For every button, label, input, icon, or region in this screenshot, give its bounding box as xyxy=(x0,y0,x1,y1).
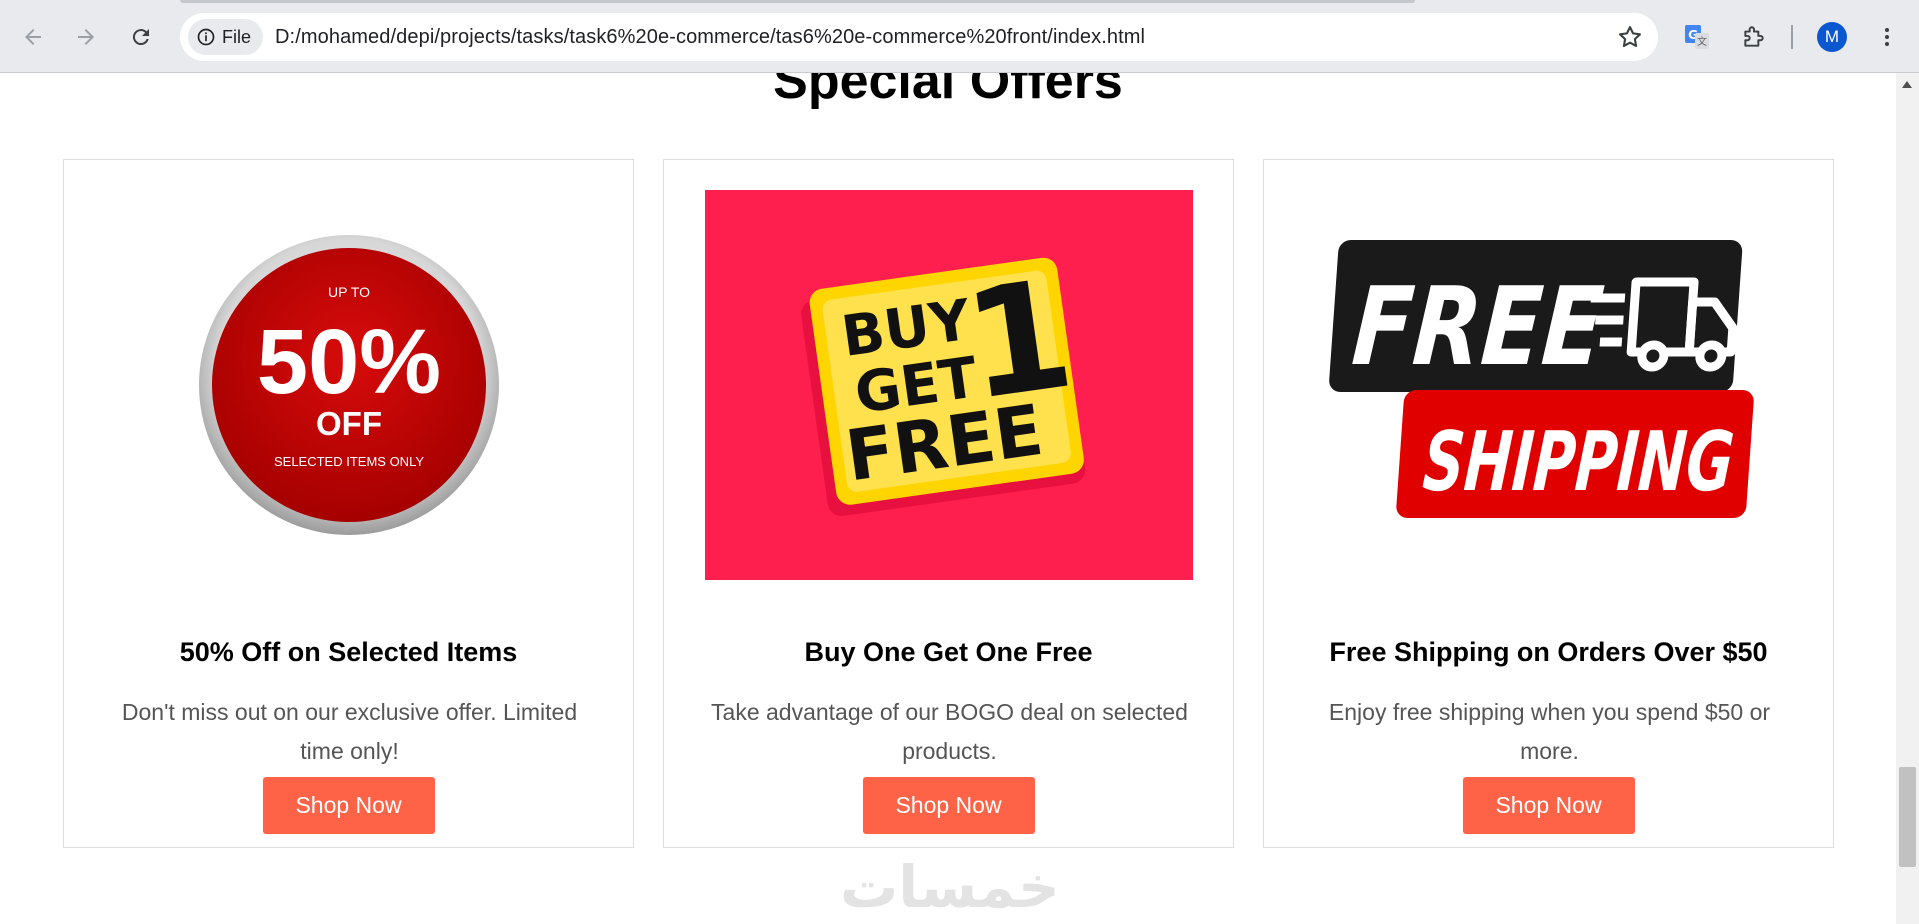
offer-title: Free Shipping on Orders Over $50 xyxy=(1329,637,1768,667)
offer-description: Don't miss out on our exclusive offer. L… xyxy=(121,699,578,764)
profile-avatar[interactable]: M xyxy=(1817,22,1847,52)
offer-title: Buy One Get One Free xyxy=(804,637,1093,667)
back-button[interactable] xyxy=(13,17,53,57)
section-title: Special Offers xyxy=(773,73,1123,110)
browser-toolbar: File D:/mohamed/depi/projects/tasks/task… xyxy=(0,0,1919,73)
scroll-up-arrow-icon[interactable] xyxy=(1902,81,1912,88)
offer-description: Take advantage of our BOGO deal on selec… xyxy=(711,699,1188,764)
badge-bottom-text: SELECTED ITEMS ONLY xyxy=(274,454,424,469)
offer-card: FREE SHIPPING Free Shipping on Orders Ov… xyxy=(1263,159,1834,848)
badge-big-text: 50% xyxy=(257,311,441,413)
offer-title: 50% Off on Selected Items xyxy=(179,637,518,667)
tab-strip-edge xyxy=(180,0,1415,3)
offer-image-free-shipping: FREE SHIPPING xyxy=(1305,190,1793,580)
offer-card: UP TO 50% OFF SELECTED ITEMS ONLY 50% Of… xyxy=(63,159,634,848)
offer-card: BUY GET FREE 1 Buy One Get One Free Take… xyxy=(663,159,1234,848)
info-icon xyxy=(197,28,215,46)
vertical-scrollbar[interactable] xyxy=(1896,73,1919,924)
svg-text:文: 文 xyxy=(1697,35,1707,48)
watermark: خمسات xyxy=(840,853,1060,921)
scrollbar-thumb[interactable] xyxy=(1899,767,1916,867)
shop-now-button[interactable]: Shop Now xyxy=(862,777,1035,834)
badge-top-text: UP TO xyxy=(328,284,370,300)
shipping-word: SHIPPING xyxy=(1420,415,1737,510)
shop-now-button[interactable]: Shop Now xyxy=(262,777,435,834)
page-viewport: Special Offers UP TO 50% OFF SELECTED IT… xyxy=(0,73,1896,924)
extensions-puzzle-icon[interactable] xyxy=(1736,19,1772,55)
shop-now-button[interactable]: Shop Now xyxy=(1462,777,1635,834)
offer-image-bogo: BUY GET FREE 1 xyxy=(705,190,1193,580)
toolbar-divider xyxy=(1791,25,1793,49)
offer-image-50-off: UP TO 50% OFF SELECTED ITEMS ONLY xyxy=(105,190,593,580)
arrow-right-icon xyxy=(78,29,94,45)
free-word: FREE xyxy=(1349,264,1608,390)
site-info-chip[interactable]: File xyxy=(188,19,264,55)
badge-mid-text: OFF xyxy=(316,405,382,442)
address-bar[interactable]: File D:/mohamed/depi/projects/tasks/task… xyxy=(180,13,1658,61)
url-text[interactable]: D:/mohamed/depi/projects/tasks/task6%20e… xyxy=(275,26,1145,49)
bookmark-star-icon[interactable] xyxy=(1616,23,1644,51)
arrow-left-icon xyxy=(25,29,41,45)
kebab-menu-icon[interactable] xyxy=(1869,19,1905,55)
reload-icon xyxy=(132,29,149,46)
forward-button[interactable] xyxy=(66,17,106,57)
offer-description: Enjoy free shipping when you spend $50 o… xyxy=(1328,699,1771,764)
reload-button[interactable] xyxy=(121,17,161,57)
google-translate-icon[interactable]: G 文 xyxy=(1679,19,1715,55)
site-chip-label: File xyxy=(222,26,252,47)
